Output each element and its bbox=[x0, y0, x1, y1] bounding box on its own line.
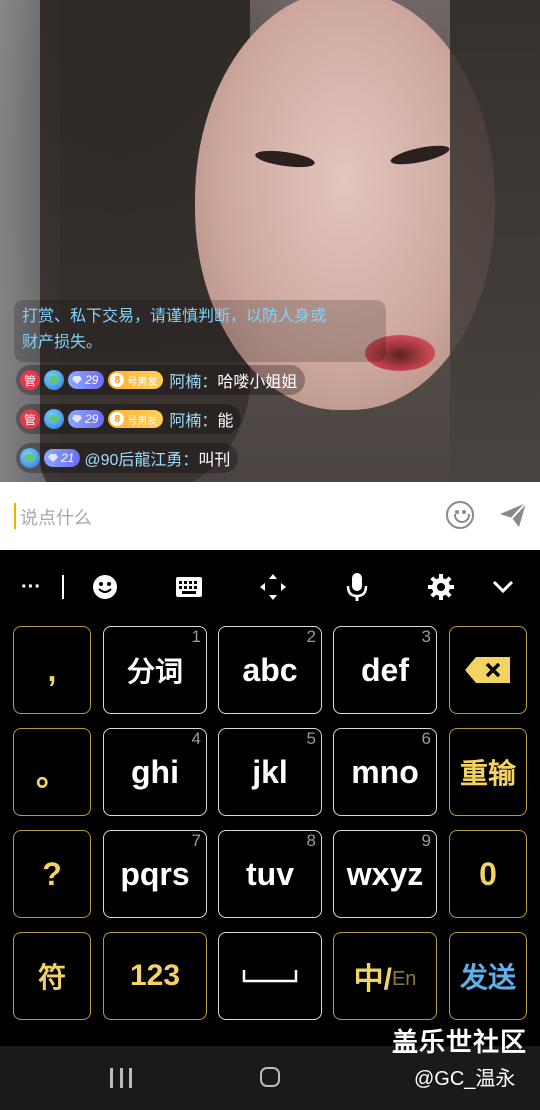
reinput-key[interactable]: 重输 bbox=[449, 728, 527, 816]
level-value: 21 bbox=[61, 451, 75, 465]
chat-text: 能 bbox=[217, 413, 234, 430]
question-key[interactable]: ? bbox=[13, 830, 91, 918]
chat-message[interactable]: 管 29 8 号男友 阿楠：能 bbox=[16, 404, 242, 434]
admin-badge: 管 bbox=[20, 370, 40, 390]
more-options-button[interactable]: ··· bbox=[16, 570, 46, 604]
chat-separator: ： bbox=[182, 452, 199, 469]
chat-username[interactable]: @90后龍江勇 bbox=[84, 446, 182, 470]
key-9[interactable]: wxyz 9 bbox=[333, 830, 437, 918]
key-number: 1 bbox=[191, 627, 201, 646]
gem-icon bbox=[72, 376, 82, 384]
boyfriend-rank: 8 bbox=[110, 412, 125, 426]
boyfriend-label: 号男友 bbox=[127, 415, 158, 427]
numbers-key[interactable]: 123 bbox=[103, 932, 207, 1020]
send-icon[interactable] bbox=[498, 500, 528, 530]
mic-icon[interactable] bbox=[342, 570, 372, 604]
key-label: wxyz bbox=[346, 855, 424, 892]
hair-right bbox=[450, 0, 540, 482]
watermark-title: 盖乐世社区 bbox=[392, 1027, 528, 1057]
globe-icon bbox=[44, 370, 64, 390]
send-key[interactable]: 发送 bbox=[449, 932, 527, 1020]
chat-message[interactable]: 21 @90后龍江勇：叫刊 bbox=[16, 443, 239, 473]
key-label: jkl bbox=[252, 753, 288, 790]
key-number: 9 bbox=[421, 831, 431, 850]
key-label: pqrs bbox=[120, 855, 190, 892]
key-number: 5 bbox=[306, 729, 316, 748]
boyfriend-badge: 8 号男友 bbox=[108, 410, 164, 428]
keyboard-icon[interactable] bbox=[174, 570, 204, 604]
comment-input[interactable]: 说点什么 bbox=[20, 504, 92, 530]
comma-key[interactable]: , bbox=[13, 626, 91, 714]
key-number: 6 bbox=[421, 729, 431, 748]
level-value: 29 bbox=[85, 373, 99, 387]
system-notice: 打赏、私下交易，请谨慎判断，以防人身或 财产损失。 bbox=[14, 300, 386, 362]
boyfriend-badge: 8 号男友 bbox=[108, 371, 164, 389]
key-label: tuv bbox=[246, 855, 294, 892]
english-label: En bbox=[391, 967, 417, 990]
chat-separator: ： bbox=[201, 374, 218, 391]
gear-icon[interactable] bbox=[426, 570, 456, 604]
boyfriend-rank: 8 bbox=[110, 373, 125, 387]
chat-username[interactable]: 阿楠 bbox=[169, 368, 201, 392]
chat-text: 叫刊 bbox=[198, 452, 231, 469]
home-icon[interactable] bbox=[260, 1067, 280, 1087]
chevron-down-icon[interactable] bbox=[488, 570, 518, 604]
level-badge: 29 bbox=[68, 371, 105, 389]
level-badge: 21 bbox=[44, 449, 81, 467]
key-3[interactable]: def 3 bbox=[333, 626, 437, 714]
text-cursor bbox=[14, 503, 16, 529]
notice-line-1: 打赏、私下交易，请谨慎判断，以防人身或 bbox=[22, 308, 327, 325]
key-4[interactable]: ghi 4 bbox=[103, 728, 207, 816]
key-label: abc bbox=[242, 651, 298, 688]
admin-badge: 管 bbox=[20, 409, 40, 429]
emoji-icon[interactable] bbox=[90, 570, 120, 604]
key-1[interactable]: 分词 1 bbox=[103, 626, 207, 714]
chat-message[interactable]: 管 29 8 号男友 阿楠：哈喽小姐姐 bbox=[16, 365, 306, 395]
key-2[interactable]: abc 2 bbox=[218, 626, 322, 714]
key-8[interactable]: tuv 8 bbox=[218, 830, 322, 918]
gem-icon bbox=[48, 454, 58, 462]
key-number: 7 bbox=[191, 831, 201, 850]
key-label: ghi bbox=[131, 753, 179, 790]
key-label: def bbox=[361, 651, 409, 688]
toolbar-divider bbox=[62, 575, 64, 599]
key-number: 4 bbox=[191, 729, 201, 748]
boyfriend-label: 号男友 bbox=[127, 376, 158, 388]
chinese-label: 中/ bbox=[353, 963, 392, 996]
level-value: 29 bbox=[85, 412, 99, 426]
period-key[interactable]: 。 bbox=[13, 728, 91, 816]
gem-icon bbox=[72, 415, 82, 423]
level-badge: 29 bbox=[68, 410, 105, 428]
cursor-move-icon[interactable] bbox=[258, 570, 288, 604]
key-6[interactable]: mno 6 bbox=[333, 728, 437, 816]
key-number: 8 bbox=[306, 831, 316, 850]
key-5[interactable]: jkl 5 bbox=[218, 728, 322, 816]
backspace-key[interactable] bbox=[449, 626, 527, 714]
emoji-icon[interactable] bbox=[446, 501, 474, 529]
key-number: 2 bbox=[306, 627, 316, 646]
key-number: 3 bbox=[421, 627, 431, 646]
space-icon bbox=[242, 970, 298, 983]
key-7[interactable]: pqrs 7 bbox=[103, 830, 207, 918]
zero-key[interactable]: 0 bbox=[449, 830, 527, 918]
language-switch-key[interactable]: 中/En bbox=[333, 932, 437, 1020]
backspace-icon bbox=[465, 657, 510, 683]
watermark-author: @GC_温永 bbox=[414, 1068, 516, 1090]
notice-line-2: 财产损失。 bbox=[22, 334, 103, 351]
chat-username[interactable]: 阿楠 bbox=[169, 407, 201, 431]
key-label: mno bbox=[351, 753, 419, 790]
globe-icon bbox=[44, 409, 64, 429]
chat-separator: ： bbox=[201, 413, 218, 430]
symbol-key[interactable]: 符 bbox=[13, 932, 91, 1020]
key-label: 分词 bbox=[126, 656, 183, 687]
recents-icon[interactable] bbox=[110, 1068, 132, 1088]
chat-text: 哈喽小姐姐 bbox=[217, 374, 298, 391]
space-key[interactable] bbox=[218, 932, 322, 1020]
globe-icon bbox=[20, 448, 40, 468]
